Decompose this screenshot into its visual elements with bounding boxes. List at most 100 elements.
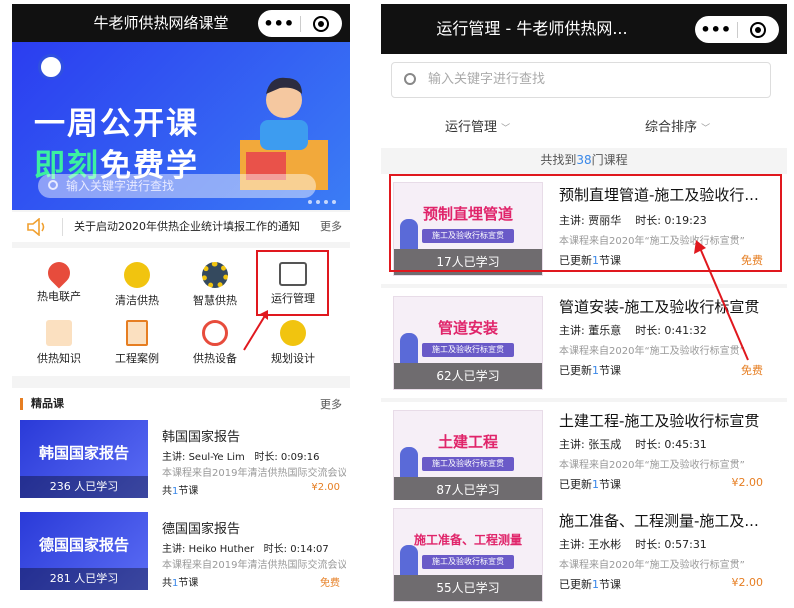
category-label: 热电联产 [37,290,81,303]
figure-illustration [400,333,418,363]
course-title: 德国国家报告 [162,522,241,537]
category-label: 供热知识 [37,352,81,365]
category-item[interactable]: 工程案例 [98,320,176,366]
course-price: 免费 [320,578,340,589]
stopwatch-icon [38,54,64,80]
category-label: 清洁供热 [115,294,159,307]
banner-search-placeholder: 输入关键字进行查找 [66,179,175,193]
course-meta: 主讲: 张玉成 时长: 0:45:31 [559,438,707,451]
annotation-arrow-icon [694,240,749,361]
mini-program-capsule: ••• [695,16,779,43]
presentation-icon [46,320,72,346]
lesson-count: 共1节课 [162,578,199,589]
course-desc: 本课程来自2020年“施工及验收行标宣贯” [559,460,745,471]
record-icon [750,21,767,38]
thumbnail-subtitle: 施工及验收行标宣贯 [422,457,514,471]
location-pin-icon [43,257,75,289]
thumbnail-title: 德国国家报告 [38,536,129,554]
gear-icon [202,262,228,288]
banner-search-input[interactable]: 输入关键字进行查找 [38,174,316,198]
mini-program-capsule: ••• [258,10,342,37]
thumbnail-title: 韩国国家报告 [38,444,129,462]
carousel-dots [308,200,336,204]
chevron-down-icon: ﹀ [701,124,711,134]
category-item[interactable]: 清洁供热 [98,262,176,308]
course-thumbnail: 韩国国家报告 236 人已学习 [20,420,148,498]
course-price: ¥2.00 [311,482,340,493]
figure-illustration [400,447,418,477]
featured-more-link[interactable]: 更多 [320,396,342,412]
document-icon [126,320,148,346]
course-row[interactable]: 施工准备、工程测量 施工及验收行标宣贯 55人已学习 施工准备、工程测量-施工及… [381,500,787,608]
featured-section: 精品课 更多 韩国国家报告 236 人已学习 韩国国家报告 主讲: Seul-Y… [12,388,350,604]
head-gear-icon [280,320,306,346]
featured-course-card[interactable]: 韩国国家报告 236 人已学习 韩国国家报告 主讲: Seul-Ye Lim 时… [20,420,346,500]
right-title-bar: 运行管理 - 牛老师供热网... ••• [381,4,787,54]
updated-count: 已更新1节课 [559,578,621,591]
updated-count: 已更新1节课 [559,478,621,491]
banner-line1: 一周公开课 [34,106,199,142]
thumbnail-title: 土建工程 [437,433,498,451]
promo-banner[interactable]: 一周公开课 即刻免费学 输入关键字进行查找 [12,42,350,210]
learner-count: 55人已学习 [394,575,542,601]
category-item[interactable]: 热电联产 [20,257,98,304]
course-meta: 主讲: Seul-Ye Lim 时长: 0:09:16 [162,452,320,463]
lesson-count: 共1节课 [162,486,199,497]
thumbnail-title: 施工准备、工程测量 [413,533,522,547]
close-capsule-button[interactable] [737,21,779,38]
learner-count: 236 人已学习 [20,476,148,498]
figure-illustration [400,545,418,575]
learner-count: 281 人已学习 [20,568,148,590]
course-row[interactable]: 土建工程 施工及验收行标宣贯 87人已学习 土建工程-施工及验收行标宣贯 主讲:… [381,402,787,512]
course-desc: 本课程来自2019年清洁供热国际交流会议 [162,560,346,571]
course-title: 韩国国家报告 [162,430,241,445]
sort-filter-dropdown[interactable]: 综合排序 ﹀ [645,108,710,149]
course-meta: 主讲: 王水彬 时长: 0:57:31 [559,538,707,551]
course-desc: 本课程来自2020年“施工及验收行标宣贯” [559,560,745,571]
close-capsule-button[interactable] [300,15,342,32]
course-price: ¥2.00 [731,476,764,489]
course-meta: 主讲: 董乐意 时长: 0:41:32 [559,324,707,337]
course-search-input[interactable]: 输入关键字进行查找 [391,62,771,98]
thumbnail-title: 管道安装 [437,319,498,337]
category-filter-dropdown[interactable]: 运行管理 ﹀ [445,108,510,149]
stopwatch-icon [202,320,228,346]
search-icon [48,180,58,190]
search-icon [404,73,416,85]
featured-course-card[interactable]: 德国国家报告 281 人已学习 德国国家报告 主讲: Heiko Huther … [20,512,346,592]
left-page-title: 牛老师供热网络课堂 [93,14,229,32]
course-meta: 主讲: Heiko Huther 时长: 0:14:07 [162,544,329,555]
category-item[interactable]: 智慧供热 [176,262,254,308]
course-thumbnail: 德国国家报告 281 人已学习 [20,512,148,590]
learner-count: 62人已学习 [394,363,542,389]
notice-more-link[interactable]: 更多 [320,212,342,242]
right-page-title: 运行管理 - 牛老师供热网... [436,19,628,38]
notice-text[interactable]: 关于启动2020年供热企业统计填报工作的通知 [74,212,300,242]
thumbnail-subtitle: 施工及验收行标宣贯 [422,555,514,569]
course-thumbnail: 管道安装 施工及验收行标宣贯 62人已学习 [393,296,543,390]
updated-count: 已更新1节课 [559,364,621,377]
filter-bar: 运行管理 ﹀ 综合排序 ﹀ [381,108,787,148]
course-title: 施工准备、工程测量-施工及... [559,512,759,530]
category-item[interactable]: 供热知识 [20,320,98,366]
notice-bar[interactable]: 关于启动2020年供热企业统计填报工作的通知 更多 [12,212,350,242]
speaker-icon [27,218,45,236]
teacher-illustration [240,77,328,190]
left-title-bar: 牛老师供热网络课堂 ••• [12,4,350,42]
more-menu-button[interactable]: ••• [258,10,300,37]
course-thumbnail: 施工准备、工程测量 施工及验收行标宣贯 55人已学习 [393,508,543,602]
search-placeholder: 输入关键字进行查找 [428,72,546,87]
annotation-arrow-icon [243,310,268,351]
chevron-down-icon: ﹀ [501,124,511,134]
more-menu-button[interactable]: ••• [695,16,737,43]
result-count: 共找到38门课程 [540,153,628,167]
lightbulb-icon [124,262,150,288]
course-thumbnail: 土建工程 施工及验收行标宣贯 87人已学习 [393,410,543,504]
course-title: 土建工程-施工及验收行标宣贯 [559,412,760,430]
course-desc: 本课程来自2019年清洁供热国际交流会议 [162,468,346,479]
record-icon [313,15,330,32]
category-label: 工程案例 [115,352,159,365]
featured-header: 精品课 [20,398,64,410]
thumbnail-subtitle: 施工及验收行标宣贯 [422,343,514,357]
course-price: ¥2.00 [731,576,764,589]
